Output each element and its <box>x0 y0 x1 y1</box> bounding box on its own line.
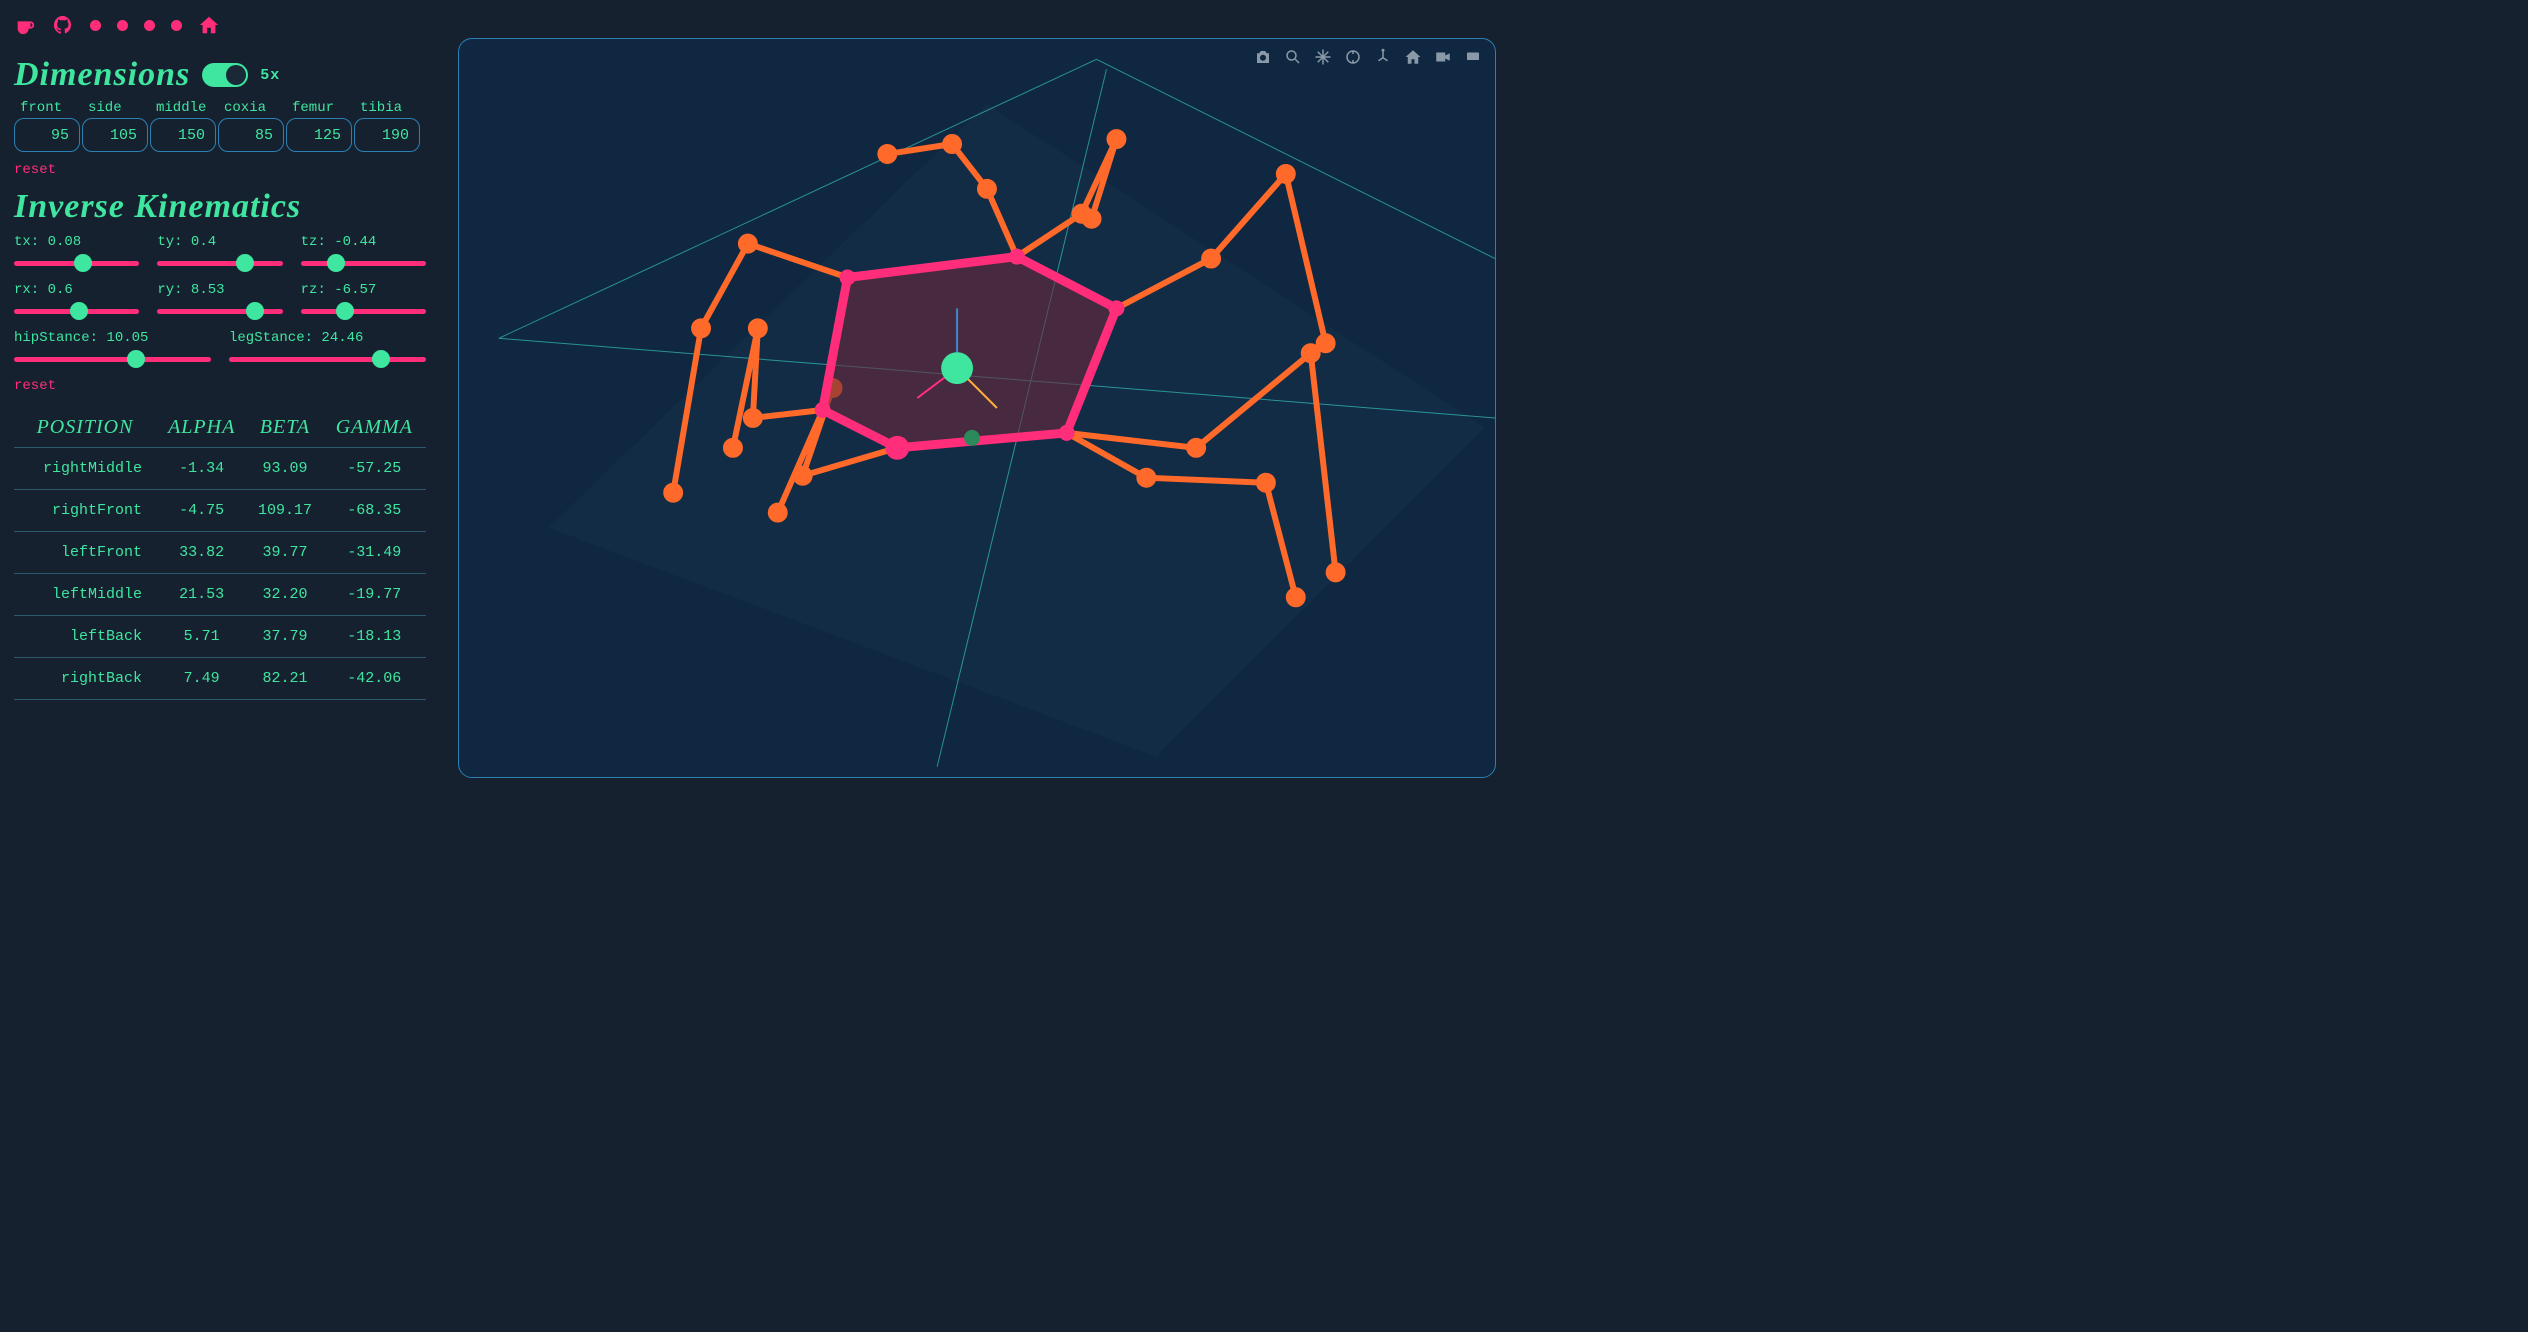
dimensions-title: Dimensions <box>14 56 190 94</box>
cell-position: leftMiddle <box>14 574 156 616</box>
cell-gamma: -42.06 <box>323 658 426 700</box>
hexapod-svg <box>459 39 1495 777</box>
cell-beta: 37.79 <box>247 616 322 658</box>
slider-label: legStance: 24.46 <box>229 330 426 346</box>
slider-label: hipStance: 10.05 <box>14 330 211 346</box>
reset-axis-icon[interactable] <box>1373 47 1393 67</box>
cell-gamma: -18.13 <box>323 616 426 658</box>
cell-alpha: -4.75 <box>156 490 247 532</box>
dim-label: side <box>82 100 148 116</box>
top-nav <box>14 10 426 46</box>
cell-position: rightMiddle <box>14 448 156 490</box>
nav-dot[interactable] <box>117 20 128 31</box>
speed-toggle[interactable] <box>202 63 248 87</box>
dimensions-heading: Dimensions 5x <box>14 56 426 94</box>
center-of-gravity <box>941 352 973 384</box>
tx-slider[interactable] <box>14 254 139 272</box>
slider-label: ry: 8.53 <box>157 282 282 298</box>
plot-toolbar <box>1253 47 1483 67</box>
control-sidebar: Dimensions 5x front side middle coxia fe… <box>0 0 440 798</box>
cell-beta: 93.09 <box>247 448 322 490</box>
plot-home-icon[interactable] <box>1403 47 1423 67</box>
cell-beta: 39.77 <box>247 532 322 574</box>
pose-table: position alpha beta gamma rightMiddle-1.… <box>14 408 426 700</box>
cell-alpha: -1.34 <box>156 448 247 490</box>
ty-slider[interactable] <box>157 254 282 272</box>
legstance-slider[interactable] <box>229 350 426 368</box>
side-input[interactable] <box>82 118 148 152</box>
cell-alpha: 33.82 <box>156 532 247 574</box>
nav-dot[interactable] <box>144 20 155 31</box>
cell-position: leftBack <box>14 616 156 658</box>
slider-label: rz: -6.57 <box>301 282 426 298</box>
cell-alpha: 21.53 <box>156 574 247 616</box>
table-row: leftFront33.8239.77-31.49 <box>14 532 426 574</box>
coxia-input[interactable] <box>218 118 284 152</box>
cell-position: leftFront <box>14 532 156 574</box>
ground-contact <box>964 430 980 446</box>
table-row: rightMiddle-1.3493.09-57.25 <box>14 448 426 490</box>
slider-label: tx: 0.08 <box>14 234 139 250</box>
table-row: rightFront-4.75109.17-68.35 <box>14 490 426 532</box>
rz-slider[interactable] <box>301 302 426 320</box>
cell-position: rightBack <box>14 658 156 700</box>
ik-title: Inverse Kinematics <box>14 188 301 226</box>
reset-dimensions-link[interactable]: reset <box>14 162 56 178</box>
table-row: leftBack5.7137.79-18.13 <box>14 616 426 658</box>
cell-gamma: -19.77 <box>323 574 426 616</box>
rx-slider[interactable] <box>14 302 139 320</box>
dim-label: tibia <box>354 100 420 116</box>
ik-heading: Inverse Kinematics <box>14 188 426 226</box>
camera-icon[interactable] <box>1253 47 1273 67</box>
cell-position: rightFront <box>14 490 156 532</box>
cell-gamma: -31.49 <box>323 532 426 574</box>
pan-icon[interactable] <box>1313 47 1333 67</box>
zoom-icon[interactable] <box>1283 47 1303 67</box>
cell-alpha: 7.49 <box>156 658 247 700</box>
front-input[interactable] <box>14 118 80 152</box>
ry-slider[interactable] <box>157 302 282 320</box>
col-alpha: alpha <box>156 408 247 448</box>
reset-ik-link[interactable]: reset <box>14 378 56 394</box>
table-row: rightBack7.4982.21-42.06 <box>14 658 426 700</box>
save-icon[interactable] <box>1463 47 1483 67</box>
nav-dot[interactable] <box>171 20 182 31</box>
home-icon[interactable] <box>198 14 220 36</box>
ik-stance-sliders: hipStance: 10.05 legStance: 24.46 <box>14 330 426 368</box>
canvas-area <box>440 0 1516 798</box>
hipstance-slider[interactable] <box>14 350 211 368</box>
cell-beta: 32.20 <box>247 574 322 616</box>
col-beta: beta <box>247 408 322 448</box>
middle-input[interactable] <box>150 118 216 152</box>
table-row: leftMiddle21.5332.20-19.77 <box>14 574 426 616</box>
femur-input[interactable] <box>286 118 352 152</box>
dim-label: middle <box>150 100 216 116</box>
kofi-icon[interactable] <box>14 14 36 36</box>
video-icon[interactable] <box>1433 47 1453 67</box>
hexapod-body <box>823 257 1117 448</box>
cell-beta: 109.17 <box>247 490 322 532</box>
nav-dot[interactable] <box>90 20 101 31</box>
slider-label: ty: 0.4 <box>157 234 282 250</box>
speed-toggle-label: 5x <box>260 67 280 84</box>
dimensions-fields: front side middle coxia femur tibia <box>14 100 426 152</box>
ik-translation-rotation-sliders: tx: 0.08 ty: 0.4 tz: -0.44 rx: 0.6 ry: 8… <box>14 234 426 320</box>
orbit-icon[interactable] <box>1343 47 1363 67</box>
tibia-input[interactable] <box>354 118 420 152</box>
dim-label: femur <box>286 100 352 116</box>
slider-label: rx: 0.6 <box>14 282 139 298</box>
cell-alpha: 5.71 <box>156 616 247 658</box>
cell-beta: 82.21 <box>247 658 322 700</box>
tz-slider[interactable] <box>301 254 426 272</box>
cell-gamma: -57.25 <box>323 448 426 490</box>
col-gamma: gamma <box>323 408 426 448</box>
dim-label: coxia <box>218 100 284 116</box>
dim-label: front <box>14 100 80 116</box>
slider-label: tz: -0.44 <box>301 234 426 250</box>
hexapod-3d-canvas[interactable] <box>458 38 1496 778</box>
github-icon[interactable] <box>52 14 74 36</box>
cell-gamma: -68.35 <box>323 490 426 532</box>
col-position: position <box>14 408 156 448</box>
